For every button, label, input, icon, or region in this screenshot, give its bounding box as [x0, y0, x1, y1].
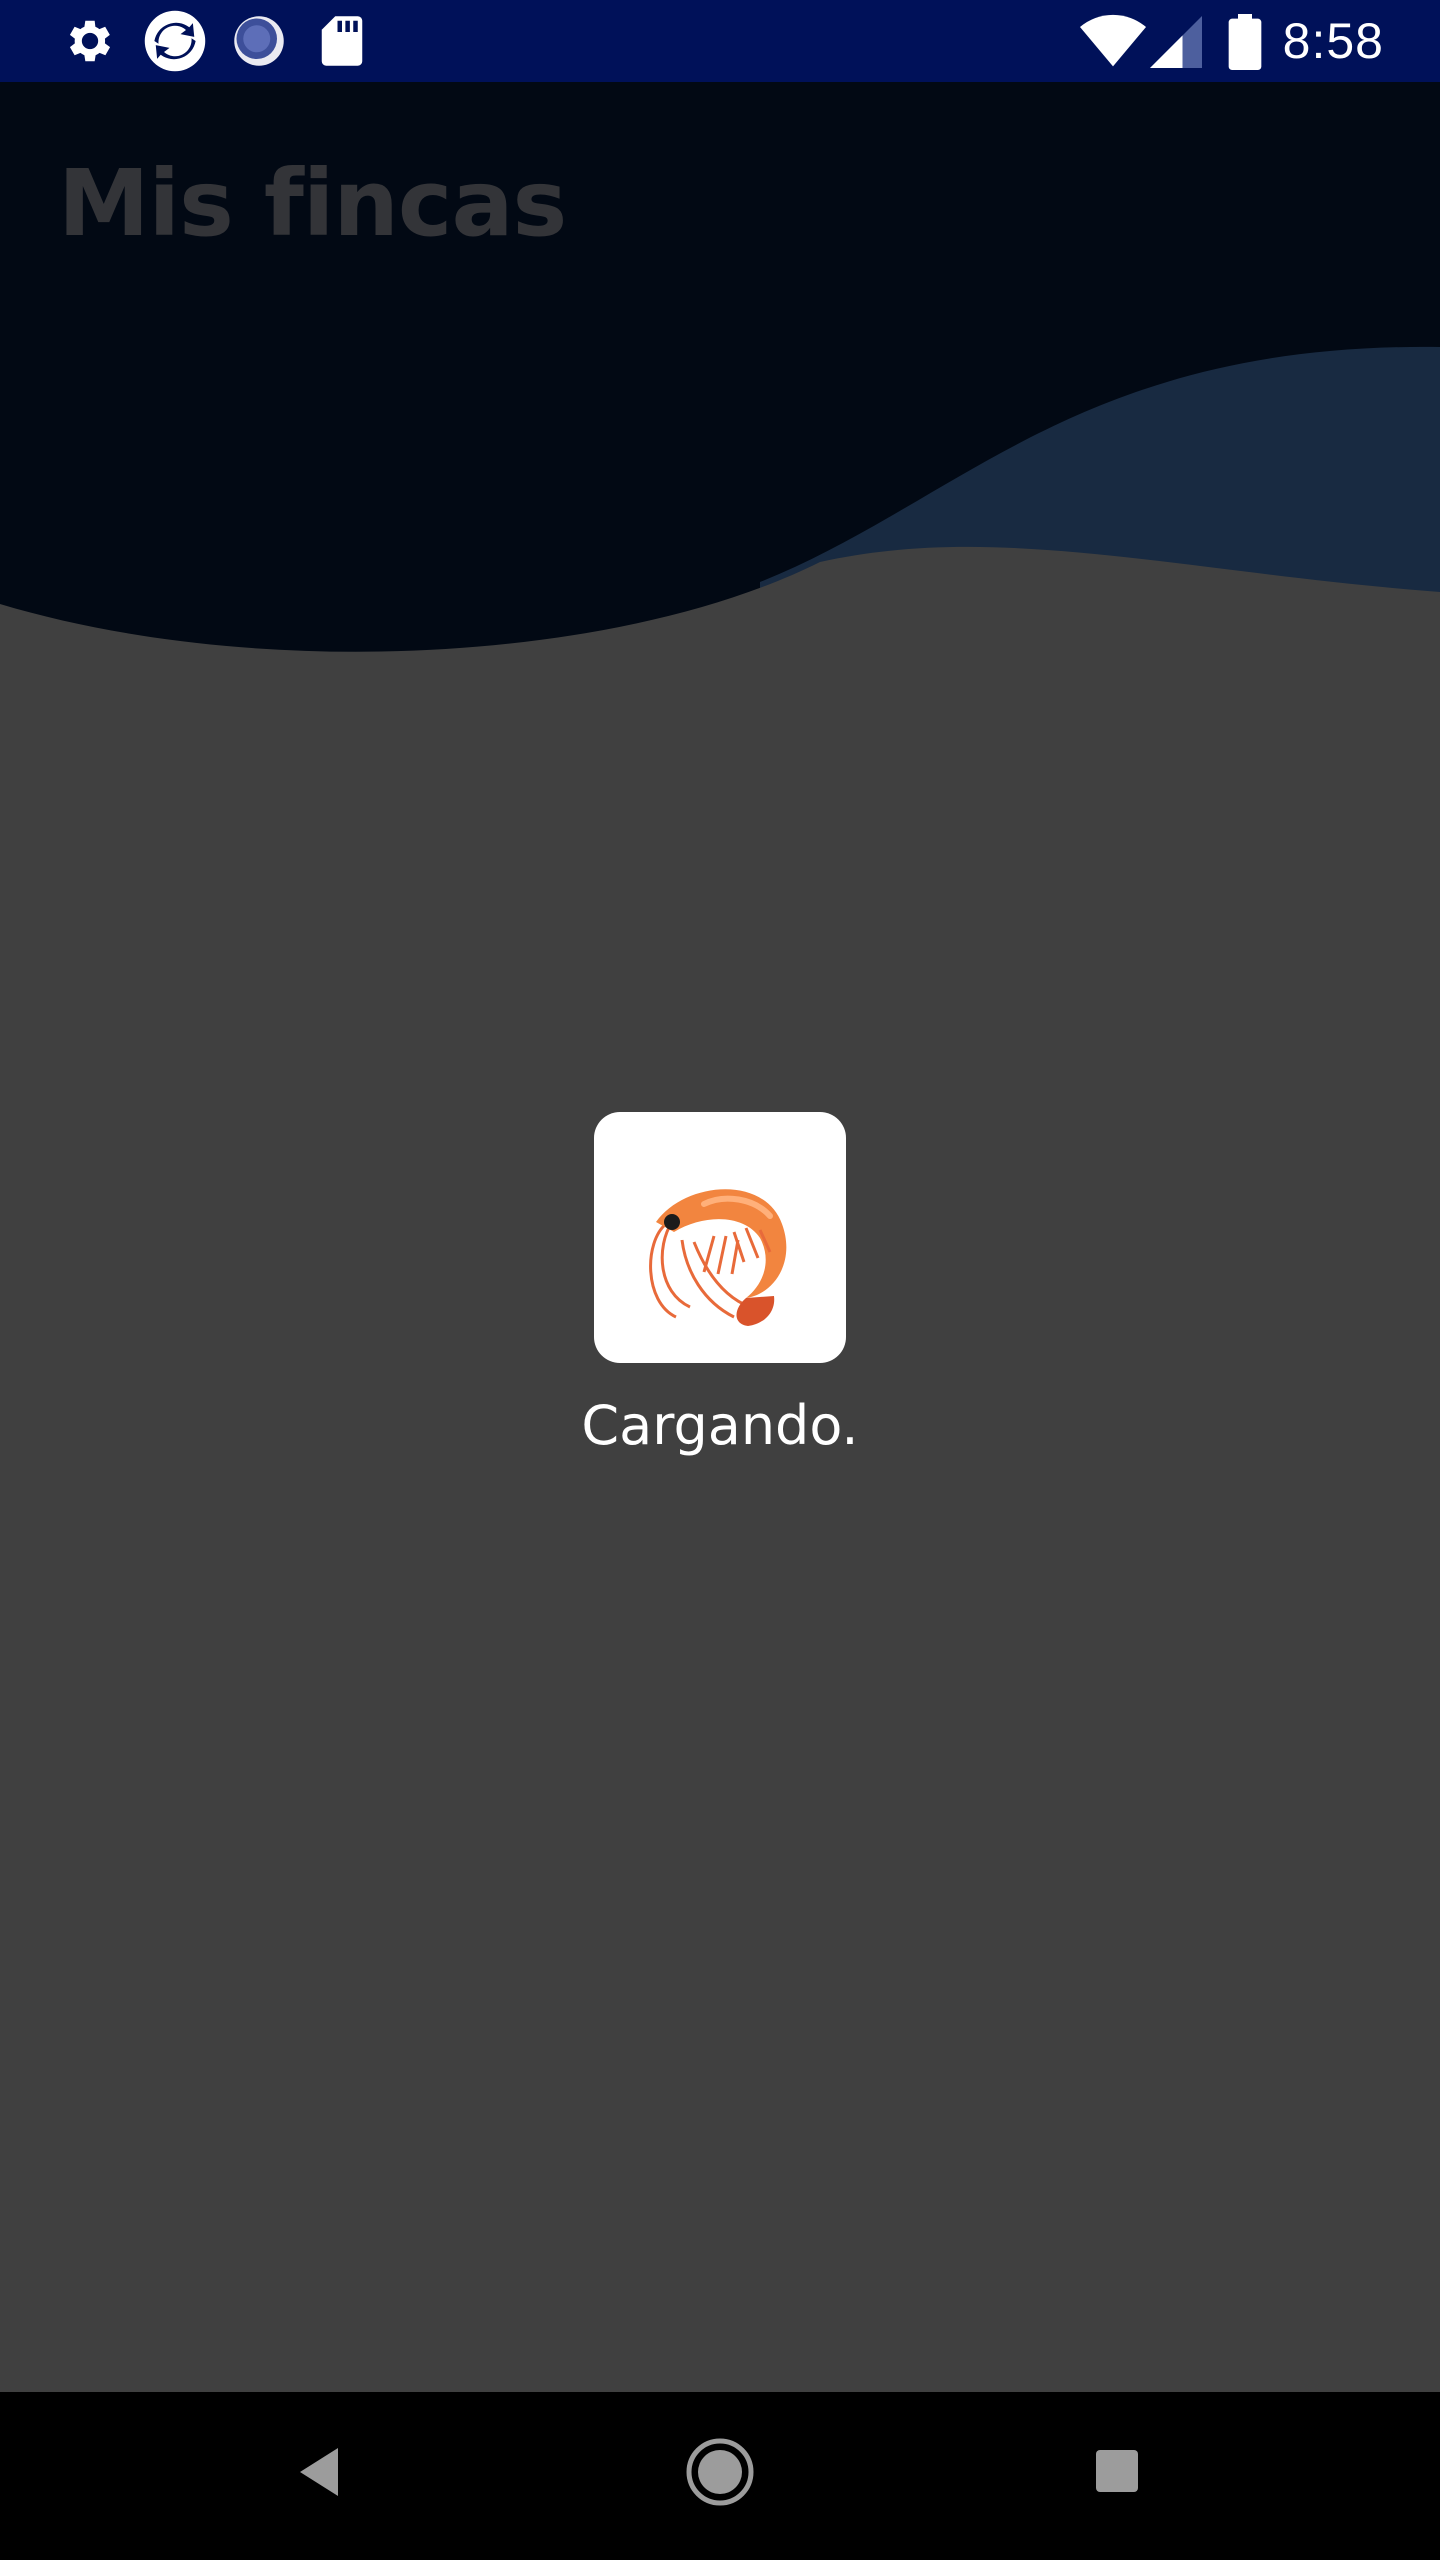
- home-button[interactable]: [684, 2436, 756, 2508]
- page-title: Mis fincas: [58, 150, 567, 257]
- wifi-icon: [1080, 14, 1146, 67]
- navigation-bar: [0, 2392, 1440, 2560]
- gear-icon: [69, 20, 111, 62]
- shrimp-icon: [649, 1189, 787, 1326]
- battery-icon: [1228, 14, 1262, 70]
- cell-signal-icon: [1150, 16, 1202, 68]
- loading-text: Cargando.: [581, 1394, 859, 1457]
- back-button[interactable]: [296, 2444, 346, 2500]
- sd-card-icon: [321, 16, 363, 66]
- loading-app-icon: [234, 16, 284, 66]
- sync-app-icon: [144, 10, 206, 72]
- status-bar: 8:58: [0, 0, 1440, 82]
- recents-button[interactable]: [1094, 2448, 1140, 2494]
- clock: 8:58: [1282, 13, 1384, 69]
- loading-card: [594, 1112, 846, 1363]
